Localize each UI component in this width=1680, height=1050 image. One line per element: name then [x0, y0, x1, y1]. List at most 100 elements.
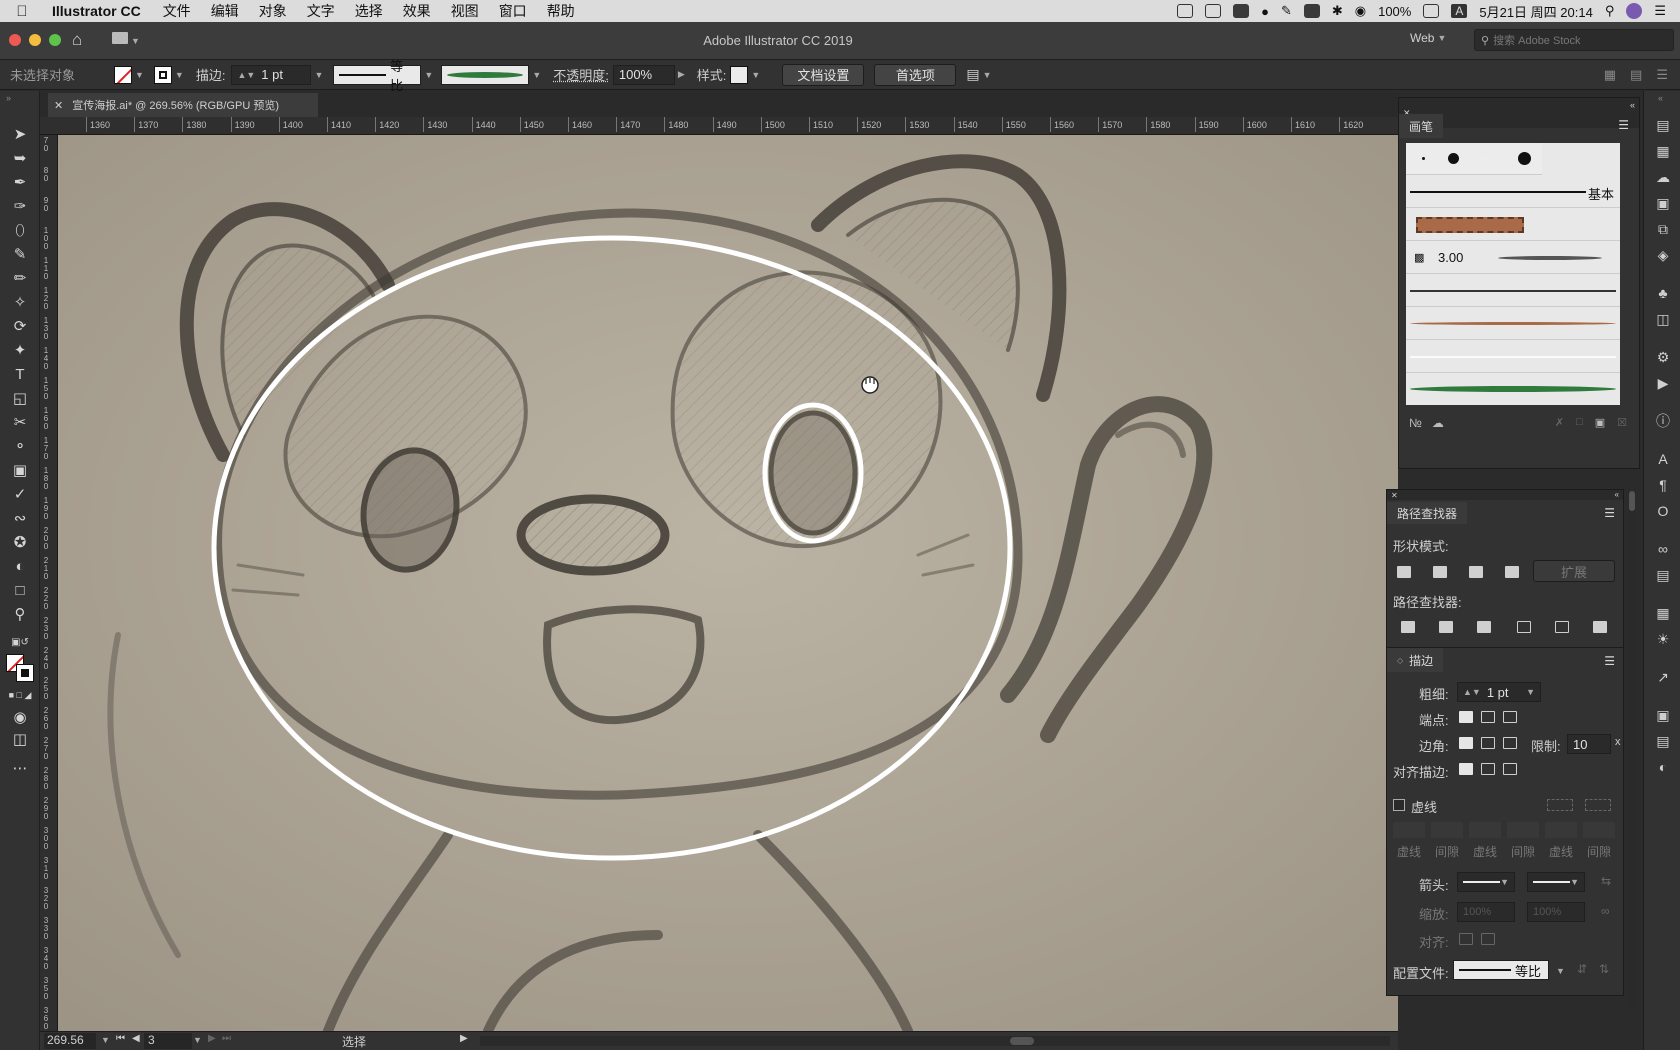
profile-dropdown-icon[interactable]: ▼ [1556, 966, 1565, 976]
white-brush-row[interactable] [1406, 341, 1620, 373]
navigator-icon[interactable]: ▦ [1654, 605, 1672, 621]
start-arrowhead-select[interactable]: ▼ [1457, 872, 1515, 892]
intersect-icon[interactable] [1469, 566, 1483, 578]
gap-field-2[interactable] [1507, 822, 1539, 838]
layers-icon[interactable]: ◈ [1654, 247, 1672, 263]
menu-view[interactable]: 视图 [441, 1, 489, 21]
new-brush-icon[interactable]: ▣ [1595, 416, 1605, 429]
blend-tool-icon[interactable]: ∾ [8, 508, 32, 528]
round-join-icon[interactable] [1481, 737, 1495, 749]
brush-libraries-menu-icon[interactable]: № [1409, 416, 1422, 430]
stroke-tab[interactable]: ◇ 描边 [1387, 648, 1444, 672]
close-panel-icon[interactable]: ✕ [1391, 491, 1398, 500]
align-grid-icon[interactable]: ▦ [1604, 67, 1616, 83]
brush-dot-medium[interactable] [1448, 153, 1459, 164]
export-icon[interactable]: ↗ [1654, 669, 1672, 685]
actions-play-icon[interactable]: ▶ [1654, 375, 1672, 391]
panel-options-toggle-icon[interactable]: ◇ [1397, 656, 1403, 665]
brush-definition[interactable] [441, 64, 530, 85]
artboard-dropdown-icon[interactable]: ▼ [193, 1035, 202, 1045]
dash-field-3[interactable] [1545, 822, 1577, 838]
dash-field-1[interactable] [1393, 822, 1425, 838]
symbols-icon[interactable]: ♣ [1654, 285, 1672, 301]
gradient-tool-icon[interactable]: ▣ [8, 460, 32, 480]
minus-back-icon[interactable] [1593, 621, 1607, 633]
collapse-dock-icon[interactable]: « [1658, 93, 1663, 103]
preferences-button[interactable]: 首选项 [874, 63, 957, 86]
symbol-sprayer-tool-icon[interactable]: ✪ [8, 532, 32, 552]
notification-center-icon[interactable]: ☰ [1654, 3, 1666, 19]
arrow-tip-at-end-icon[interactable] [1481, 933, 1495, 945]
round-cap-icon[interactable] [1481, 711, 1495, 723]
menu-object[interactable]: 对象 [249, 1, 297, 21]
fill-swatch[interactable] [114, 65, 132, 84]
color-guide-icon[interactable]: ☀ [1654, 631, 1672, 647]
clock[interactable]: 5月21日 周四 20:14 [1479, 2, 1592, 21]
horizontal-scroll-thumb[interactable] [1010, 1037, 1034, 1045]
bluetooth-icon[interactable]: ✱ [1332, 3, 1343, 19]
opentype-icon[interactable]: O [1654, 503, 1672, 519]
brush-dot-large[interactable] [1518, 152, 1531, 165]
merge-icon[interactable] [1477, 621, 1491, 633]
display-icon[interactable] [1177, 4, 1194, 18]
stroke-weight-dropdown-icon[interactable]: ▼ [314, 70, 323, 80]
charcoal-brush-row[interactable] [1406, 275, 1620, 307]
panel-scroll-thumb[interactable] [1629, 491, 1635, 511]
character-icon[interactable]: A [1654, 451, 1672, 467]
trim-icon[interactable] [1439, 621, 1453, 633]
ellipse-tool-icon[interactable]: ⬯ [8, 220, 32, 240]
curvature-tool-icon[interactable]: ✑ [8, 196, 32, 216]
input-source-badge[interactable]: A [1451, 4, 1468, 18]
word-app-icon[interactable] [1205, 4, 1222, 18]
stock-search-field[interactable]: ⚲ 搜索 Adobe Stock [1474, 29, 1674, 51]
keyboard-icon[interactable] [1303, 4, 1320, 18]
divide-icon[interactable] [1401, 621, 1415, 633]
menu-type[interactable]: 文字 [297, 1, 345, 21]
menu-effect[interactable]: 效果 [393, 1, 441, 21]
transform-icon[interactable]: ▤ [1630, 67, 1642, 83]
arrow-tip-beyond-icon[interactable] [1459, 933, 1473, 945]
delete-brush-icon[interactable]: ☒ [1617, 416, 1627, 429]
panel-menu-icon[interactable]: ☰ [1618, 118, 1629, 132]
brush-options-icon[interactable]: □ [1576, 416, 1583, 429]
style-dropdown-icon[interactable]: ▼ [751, 70, 760, 80]
eyedropper-tool-icon[interactable]: ✓ [8, 484, 32, 504]
arrange-icon[interactable]: ▤ [966, 66, 979, 83]
shape-builder-tool-icon[interactable]: ◐ [8, 556, 32, 576]
last-artboard-icon[interactable]: ⏭ [222, 1033, 231, 1044]
libraries-panel-icon[interactable]: ☁ [1432, 416, 1444, 430]
crop-icon[interactable] [1517, 621, 1531, 633]
miter-join-icon[interactable] [1459, 737, 1473, 749]
dashed-line-checkbox[interactable] [1393, 799, 1405, 811]
paragraph-icon[interactable]: ¶ [1654, 477, 1672, 493]
scissors-tool-icon[interactable]: ✂ [8, 412, 32, 432]
stroke-dropdown-icon[interactable]: ▼ [175, 70, 184, 80]
user-avatar-icon[interactable] [1626, 3, 1643, 19]
align-dash-corners-icon[interactable] [1585, 799, 1611, 811]
cc-libraries-icon[interactable]: ☁ [1654, 169, 1672, 185]
panel-menu-icon[interactable]: ☰ [1604, 506, 1615, 520]
spotlight-search-icon[interactable]: ⚲ [1605, 3, 1615, 19]
minus-front-icon[interactable] [1433, 566, 1447, 578]
artboards-icon[interactable]: ▣ [1654, 195, 1672, 211]
swap-arrowheads-icon[interactable]: ⇆ [1601, 874, 1611, 888]
blob-brush-row[interactable]: ▩ 3.00 [1406, 242, 1620, 274]
stepper-icon[interactable]: ▲▼ [237, 70, 255, 80]
gap-field-3[interactable] [1583, 822, 1615, 838]
libraries-icon[interactable]: ▦ [1654, 143, 1672, 159]
remove-brush-stroke-icon[interactable]: ✗ [1555, 416, 1564, 429]
stroke-weight-input[interactable]: ▲▼ 1 pt ▼ [1457, 682, 1541, 702]
pencil-tool-icon[interactable]: ✏ [8, 268, 32, 288]
profile-dropdown-icon[interactable]: ▼ [424, 70, 433, 80]
app-menu[interactable]: Illustrator CC [44, 3, 153, 19]
link-scale-icon[interactable]: ∞ [1601, 904, 1610, 918]
vertical-ruler[interactable]: 70 80 90 100 110 120 130 140 150 160 170 180 190 200 2… [40, 135, 58, 1031]
document-info-icon[interactable]: ▤ [1654, 567, 1672, 583]
links-icon[interactable]: ∞ [1654, 541, 1672, 557]
unite-icon[interactable] [1397, 566, 1411, 578]
collapse-panel-icon[interactable]: « [1630, 100, 1635, 110]
appearance-icon[interactable]: ⚙ [1654, 349, 1672, 365]
butt-cap-icon[interactable] [1459, 711, 1473, 723]
opacity-field[interactable]: 100% [612, 64, 675, 85]
gap-field-1[interactable] [1431, 822, 1463, 838]
